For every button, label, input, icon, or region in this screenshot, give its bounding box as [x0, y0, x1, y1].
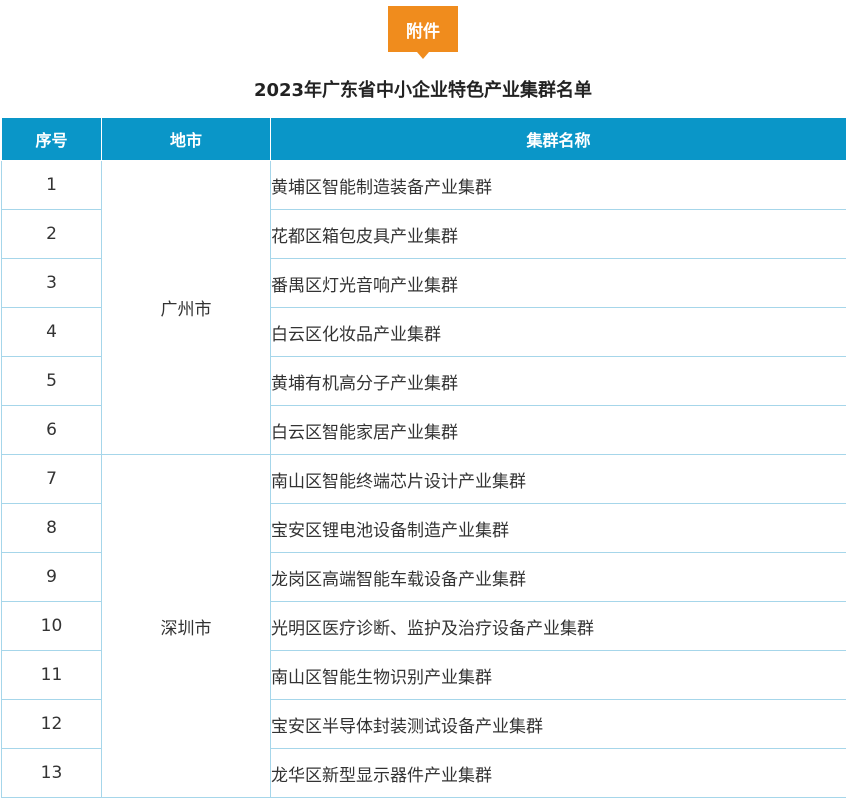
- table-body: 1广州市黄埔区智能制造装备产业集群2花都区箱包皮具产业集群3番禺区灯光音响产业集…: [2, 161, 846, 798]
- cluster-name: 宝安区半导体封装测试设备产业集群: [271, 700, 846, 749]
- row-index: 10: [2, 602, 102, 651]
- cluster-name: 花都区箱包皮具产业集群: [271, 210, 846, 259]
- row-index: 7: [2, 455, 102, 504]
- cluster-name: 龙岗区高端智能车载设备产业集群: [271, 553, 846, 602]
- row-index: 2: [2, 210, 102, 259]
- row-index: 1: [2, 161, 102, 210]
- row-index: 13: [2, 749, 102, 798]
- city-cell: 广州市: [102, 161, 271, 455]
- cluster-name: 南山区智能终端芯片设计产业集群: [271, 455, 846, 504]
- table-header-row: 序号 地市 集群名称: [2, 118, 846, 161]
- header-index: 序号: [2, 118, 102, 161]
- row-index: 9: [2, 553, 102, 602]
- row-index: 3: [2, 259, 102, 308]
- cluster-table: 序号 地市 集群名称 1广州市黄埔区智能制造装备产业集群2花都区箱包皮具产业集群…: [1, 117, 846, 798]
- header-cluster-name: 集群名称: [271, 118, 846, 161]
- row-index: 4: [2, 308, 102, 357]
- cluster-name: 宝安区锂电池设备制造产业集群: [271, 504, 846, 553]
- cluster-name: 龙华区新型显示器件产业集群: [271, 749, 846, 798]
- header-city: 地市: [102, 118, 271, 161]
- badge-pointer: [417, 52, 429, 59]
- table-row: 1广州市黄埔区智能制造装备产业集群: [2, 161, 846, 210]
- row-index: 11: [2, 651, 102, 700]
- table-row: 7深圳市南山区智能终端芯片设计产业集群: [2, 455, 846, 504]
- attachment-badge-label: 附件: [406, 17, 440, 42]
- row-index: 5: [2, 357, 102, 406]
- cluster-name: 番禺区灯光音响产业集群: [271, 259, 846, 308]
- cluster-name: 光明区医疗诊断、监护及治疗设备产业集群: [271, 602, 846, 651]
- attachment-badge: 附件: [388, 6, 458, 52]
- cluster-name: 白云区智能家居产业集群: [271, 406, 846, 455]
- page-title: 2023年广东省中小企业特色产业集群名单: [0, 76, 846, 102]
- row-index: 12: [2, 700, 102, 749]
- city-cell: 深圳市: [102, 455, 271, 798]
- row-index: 6: [2, 406, 102, 455]
- cluster-name: 黄埔区智能制造装备产业集群: [271, 161, 846, 210]
- cluster-name: 白云区化妆品产业集群: [271, 308, 846, 357]
- row-index: 8: [2, 504, 102, 553]
- cluster-name: 黄埔有机高分子产业集群: [271, 357, 846, 406]
- cluster-name: 南山区智能生物识别产业集群: [271, 651, 846, 700]
